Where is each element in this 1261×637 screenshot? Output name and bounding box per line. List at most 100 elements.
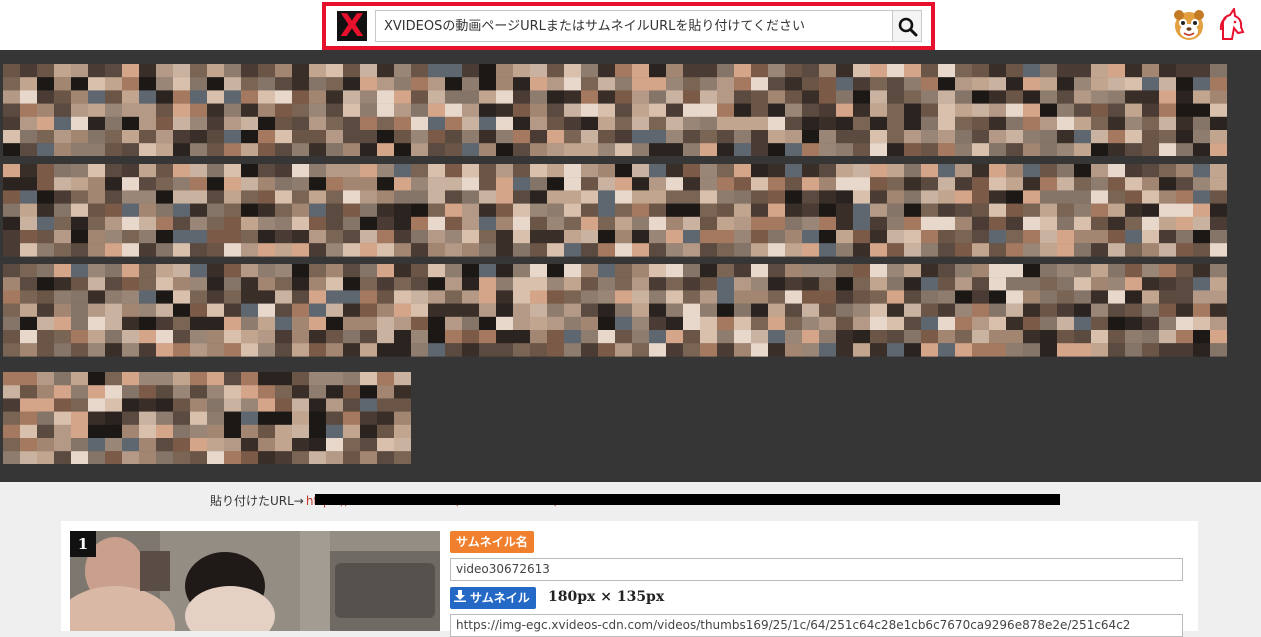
unicorn-mascot-icon[interactable] bbox=[1214, 8, 1248, 42]
mosaic-cell bbox=[241, 398, 258, 412]
mosaic-cell bbox=[836, 330, 853, 344]
mosaic-cell bbox=[394, 230, 411, 244]
mosaic-cell bbox=[972, 130, 989, 144]
mosaic-cell bbox=[717, 164, 734, 178]
mosaic-cell bbox=[598, 343, 615, 357]
x-logo[interactable]: X bbox=[337, 11, 367, 42]
mosaic-cell bbox=[105, 343, 122, 357]
mosaic-cell bbox=[105, 398, 122, 412]
mosaic-cell bbox=[1057, 143, 1074, 156]
mosaic-cell bbox=[20, 330, 37, 344]
mosaic-cell bbox=[1074, 164, 1091, 178]
mosaic-cell bbox=[615, 130, 632, 144]
mosaic-cell bbox=[122, 64, 139, 78]
mosaic-cell bbox=[513, 277, 530, 291]
mosaic-cell bbox=[683, 177, 700, 191]
mosaic-cell bbox=[88, 203, 105, 217]
search-input[interactable] bbox=[375, 10, 893, 42]
mosaic-cell bbox=[445, 243, 462, 257]
mosaic-cell bbox=[1091, 103, 1108, 117]
mosaic-cell bbox=[1159, 90, 1176, 104]
mosaic-cell bbox=[853, 343, 870, 357]
mosaic-cell bbox=[547, 143, 564, 156]
mosaic-cell bbox=[3, 303, 20, 317]
mosaic-cell bbox=[496, 190, 513, 204]
mosaic-cell bbox=[309, 130, 326, 144]
mosaic-cell bbox=[3, 216, 20, 231]
mosaic-cell bbox=[20, 216, 37, 231]
mosaic-cell bbox=[1006, 190, 1023, 204]
mosaic-cell bbox=[343, 177, 360, 191]
mosaic-cell bbox=[20, 243, 37, 257]
mosaic-cell bbox=[1193, 90, 1210, 104]
mosaic-cell bbox=[54, 243, 71, 257]
mosaic-cell bbox=[904, 64, 921, 78]
mosaic-cell bbox=[54, 330, 71, 344]
mosaic-cell bbox=[615, 343, 632, 357]
thumbnail-name-field[interactable]: video30672613 bbox=[450, 558, 1183, 581]
mosaic-cell bbox=[71, 316, 88, 331]
mosaic-cell bbox=[751, 64, 768, 78]
mosaic-cell bbox=[479, 316, 496, 331]
mosaic-cell bbox=[3, 398, 20, 412]
mosaic-cell bbox=[700, 143, 717, 156]
mosaic-cell bbox=[377, 330, 394, 344]
mosaic-cell bbox=[275, 411, 292, 425]
mosaic-cell bbox=[717, 230, 734, 244]
mosaic-cell bbox=[700, 103, 717, 117]
mosaic-cell bbox=[343, 116, 360, 131]
mosaic-cell bbox=[904, 230, 921, 244]
mosaic-cell bbox=[1023, 264, 1040, 278]
mosaic-cell bbox=[326, 130, 343, 144]
mosaic-cell bbox=[394, 143, 411, 156]
mosaic-cell bbox=[1040, 243, 1057, 257]
mosaic-cell bbox=[887, 330, 904, 344]
mosaic-cell bbox=[1074, 143, 1091, 156]
mosaic-cell bbox=[1108, 77, 1125, 91]
mosaic-cell bbox=[258, 451, 275, 464]
mosaic-cell bbox=[326, 398, 343, 412]
mosaic-cell bbox=[360, 411, 377, 425]
thumbnail-download-button[interactable]: サムネイル bbox=[450, 587, 536, 609]
mosaic-cell bbox=[734, 230, 751, 244]
result-card: 1 サムネイル名 video30672613 サムネイル 180px × 135… bbox=[61, 521, 1198, 637]
hamster-mascot-icon[interactable] bbox=[1172, 8, 1206, 42]
mosaic-cell bbox=[105, 177, 122, 191]
mosaic-cell bbox=[428, 64, 445, 78]
mosaic-cell bbox=[666, 64, 683, 78]
mosaic-cell bbox=[3, 143, 20, 156]
mosaic-cell bbox=[955, 177, 972, 191]
mosaic-cell bbox=[224, 316, 241, 331]
mosaic-cell bbox=[598, 164, 615, 178]
mosaic-cell bbox=[224, 77, 241, 91]
mosaic-cell bbox=[938, 130, 955, 144]
mosaic-cell bbox=[530, 216, 547, 231]
mosaic-cell bbox=[989, 177, 1006, 191]
mosaic-cell bbox=[241, 77, 258, 91]
mosaic-cell bbox=[462, 116, 479, 131]
mosaic-cell bbox=[1023, 77, 1040, 91]
mosaic-cell bbox=[445, 277, 462, 291]
mosaic-cell bbox=[207, 385, 224, 399]
thumbnail-image bbox=[70, 531, 440, 631]
mosaic-cell bbox=[666, 143, 683, 156]
mosaic-cell bbox=[1210, 290, 1227, 304]
mosaic-cell bbox=[1074, 177, 1091, 191]
mosaic-cell bbox=[309, 303, 326, 317]
mosaic-cell bbox=[190, 411, 207, 425]
mosaic-cell bbox=[615, 103, 632, 117]
video-thumbnail[interactable]: 1 bbox=[70, 531, 440, 631]
search-button[interactable] bbox=[892, 10, 922, 42]
mosaic-cell bbox=[241, 438, 258, 452]
mosaic-cell bbox=[224, 177, 241, 191]
mosaic-cell bbox=[649, 216, 666, 231]
mosaic-cell bbox=[1125, 130, 1142, 144]
mosaic-cell bbox=[870, 143, 887, 156]
mosaic-cell bbox=[972, 343, 989, 357]
mosaic-cell bbox=[173, 451, 190, 464]
mosaic-cell bbox=[1159, 77, 1176, 91]
mosaic-cell bbox=[615, 116, 632, 131]
mosaic-cell bbox=[870, 316, 887, 331]
thumbnail-url-field[interactable]: https://img-egc.xvideos-cdn.com/videos/t… bbox=[450, 614, 1183, 637]
mosaic-cell bbox=[292, 103, 309, 117]
